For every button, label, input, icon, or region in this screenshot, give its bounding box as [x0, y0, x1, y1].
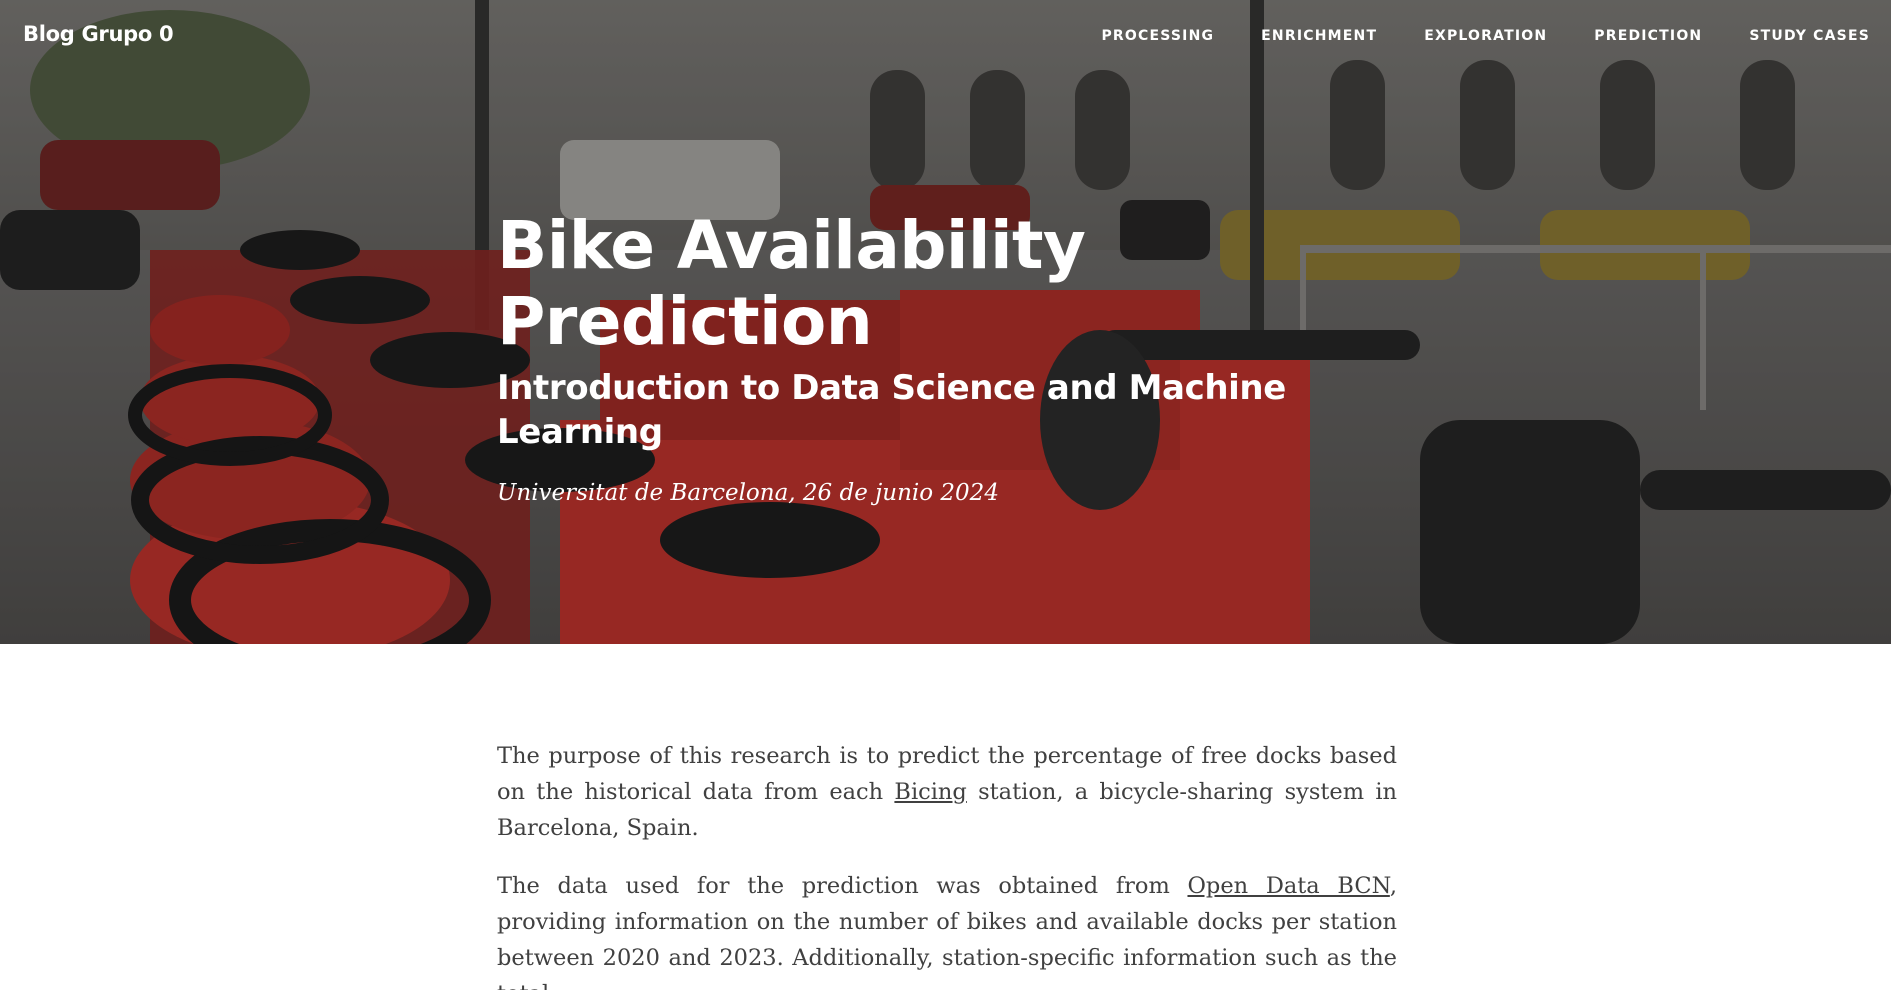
nav-link-exploration[interactable]: EXPLORATION	[1424, 28, 1547, 44]
top-navbar: Blog Grupo 0 PROCESSING ENRICHMENT EXPLO…	[0, 0, 1891, 74]
paragraph-data-source: The data used for the prediction was obt…	[497, 868, 1397, 990]
open-data-bcn-link[interactable]: Open Data BCN	[1187, 873, 1389, 899]
article-body: The purpose of this research is to predi…	[497, 738, 1397, 990]
page-title: Bike Availability Prediction	[497, 207, 1086, 360]
nav-links: PROCESSING ENRICHMENT EXPLORATION PREDIC…	[1054, 28, 1870, 44]
nav-link-processing[interactable]: PROCESSING	[1101, 28, 1214, 44]
bicing-link[interactable]: Bicing	[894, 779, 966, 805]
hero-header: Blog Grupo 0 PROCESSING ENRICHMENT EXPLO…	[0, 0, 1891, 644]
nav-link-prediction[interactable]: PREDICTION	[1594, 28, 1702, 44]
nav-link-enrichment[interactable]: ENRICHMENT	[1261, 28, 1377, 44]
post-meta: Universitat de Barcelona, 26 de junio 20…	[497, 480, 999, 506]
paragraph-text: The data used for the prediction was obt…	[497, 873, 1188, 899]
paragraph-purpose: The purpose of this research is to predi…	[497, 738, 1397, 846]
nav-link-study-cases[interactable]: STUDY CASES	[1749, 28, 1870, 44]
page-subtitle: Introduction to Data Science and Machine…	[497, 368, 1286, 452]
post-heading: Bike Availability Prediction Introductio…	[497, 207, 1397, 507]
brand-link[interactable]: Blog Grupo 0	[23, 22, 174, 46]
